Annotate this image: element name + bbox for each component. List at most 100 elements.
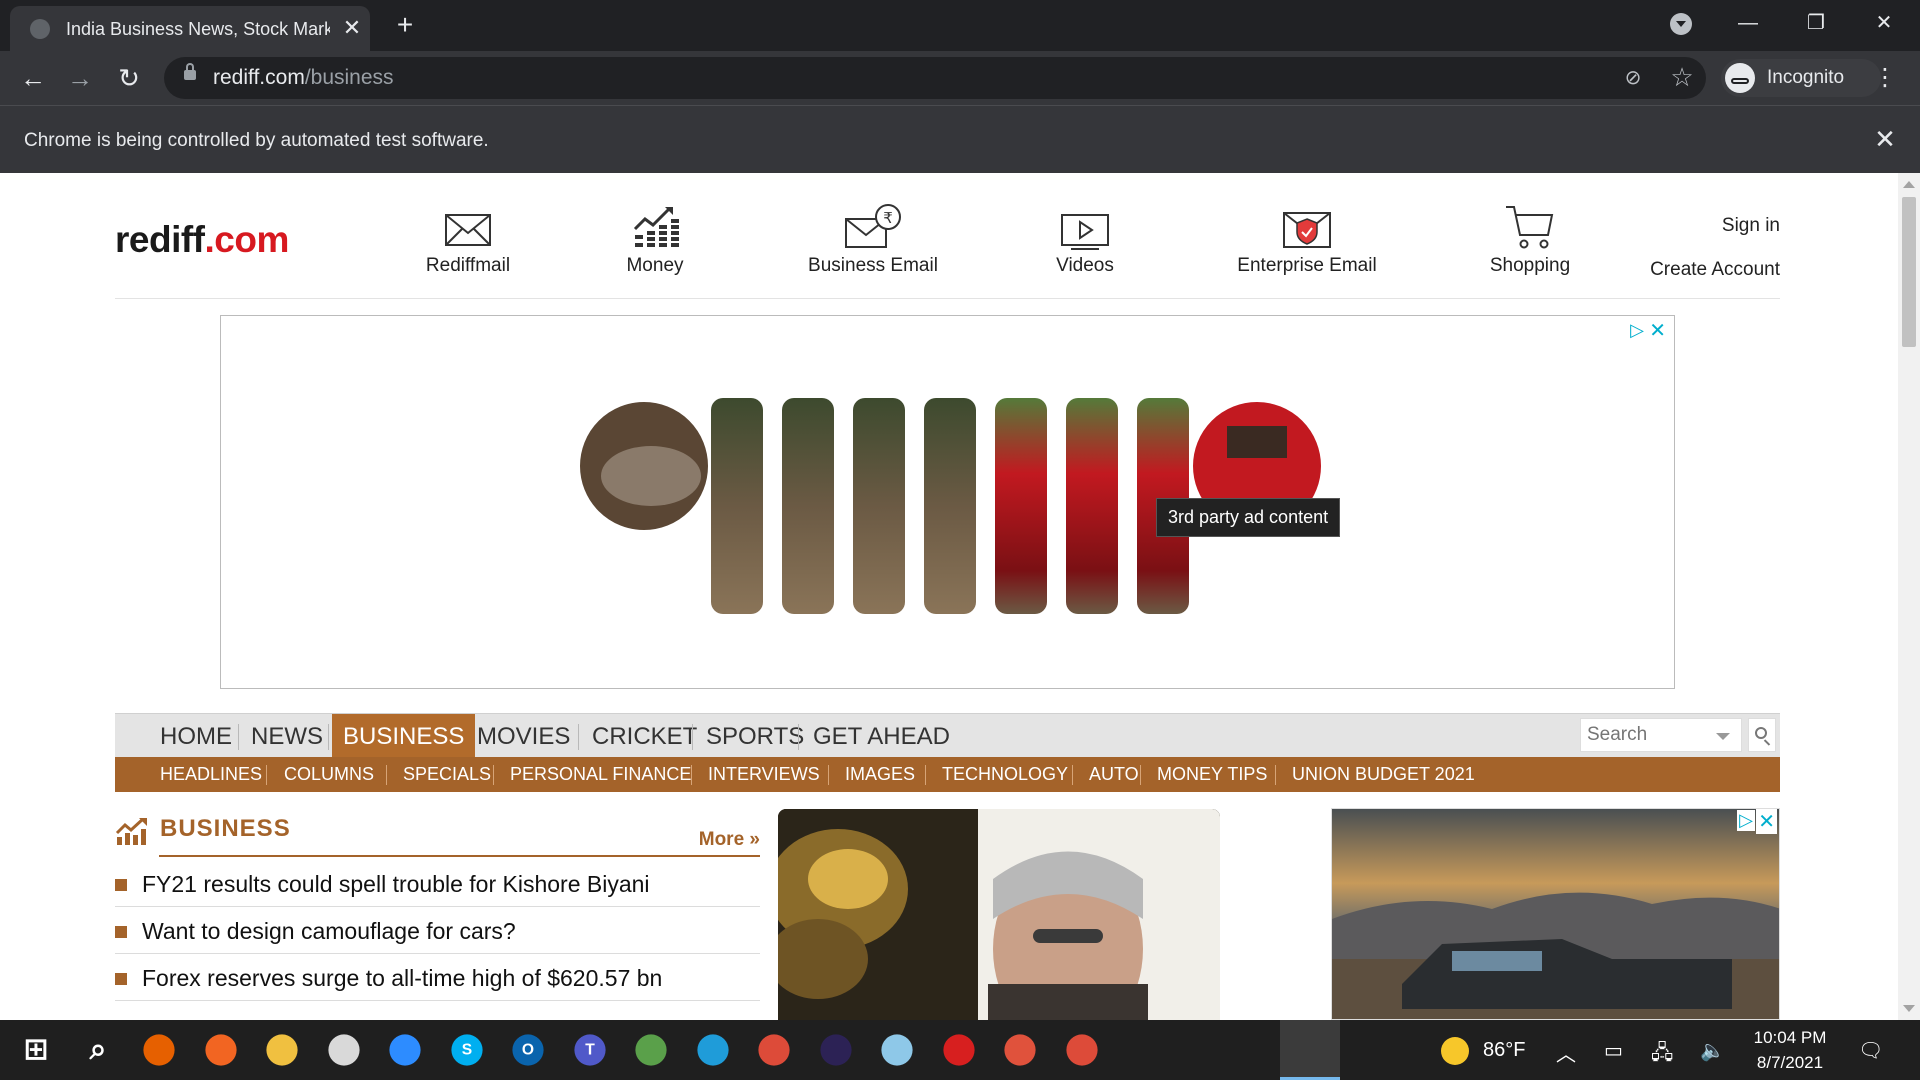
clock-date[interactable]: 8/7/2021 (1750, 1053, 1830, 1073)
spreadsheet-icon[interactable] (635, 1034, 667, 1066)
subnav-technology[interactable]: TECHNOLOGY (932, 757, 1078, 792)
header-link-enterprise-email[interactable]: Enterprise Email (1205, 203, 1409, 283)
notifications-icon[interactable]: 🗨 (1858, 1038, 1883, 1063)
search-icon[interactable]: ⌕ (78, 1030, 118, 1070)
nav-movies[interactable]: MOVIES (466, 714, 581, 758)
incognito-profile-button[interactable]: Incognito (1721, 59, 1881, 97)
volume-icon[interactable]: 🔈 (1700, 1038, 1725, 1063)
header-link-videos[interactable]: Videos (1035, 203, 1135, 283)
scroll-down-arrow-icon[interactable] (1903, 1005, 1915, 1012)
nav-cricket[interactable]: CRICKET (581, 714, 708, 758)
clock-time[interactable]: 10:04 PM (1750, 1028, 1830, 1048)
minimize-button[interactable]: — (1726, 6, 1770, 40)
nav-news[interactable]: NEWS (240, 714, 334, 758)
subnav-union-budget[interactable]: UNION BUDGET 2021 (1282, 757, 1485, 792)
site-search-input[interactable] (1587, 724, 1705, 746)
tab-close-icon[interactable]: ✕ (340, 15, 364, 41)
weather-temperature[interactable]: 86°F (1483, 1039, 1525, 1062)
battery-icon[interactable]: ▭ (1604, 1038, 1623, 1063)
url-text[interactable]: rediff.com/business (213, 66, 394, 90)
story-link[interactable]: Forex reserves surge to all-time high of… (142, 965, 662, 992)
more-link[interactable]: More » (699, 829, 760, 851)
subnav-auto[interactable]: AUTO (1079, 757, 1149, 792)
page-scrollbar[interactable] (1898, 173, 1920, 1020)
ad-close-icon[interactable]: ✕ (1756, 809, 1777, 834)
header-link-rediffmail[interactable]: Rediffmail (398, 203, 538, 283)
acrobat-icon[interactable] (943, 1034, 975, 1066)
story-link[interactable]: Want to design camouflage for cars? (142, 918, 516, 945)
file-explorer-icon[interactable] (266, 1034, 298, 1066)
list-item[interactable] (115, 1002, 760, 1020)
address-bar[interactable]: rediff.com/business ⊘ ☆ (164, 57, 1706, 99)
bookmark-star-icon[interactable]: ☆ (1668, 63, 1696, 91)
rediff-logo[interactable]: rediff.com (115, 219, 289, 261)
nav-home[interactable]: HOME (149, 714, 243, 758)
header-link-business-email[interactable]: ₹ Business Email (775, 203, 971, 283)
nav-business[interactable]: BUSINESS (332, 714, 476, 758)
lead-story-photo[interactable] (778, 809, 1220, 1020)
chrome-icon[interactable] (758, 1034, 790, 1066)
more-menu-icon[interactable]: ⋮ (1872, 61, 1898, 95)
package-icon[interactable] (1004, 1034, 1036, 1066)
sign-in-link[interactable]: Sign in (1722, 215, 1780, 237)
search-button[interactable] (1748, 718, 1776, 752)
list-item[interactable]: FY21 results could spell trouble for Kis… (115, 861, 760, 907)
close-window-button[interactable]: ✕ (1862, 6, 1906, 40)
subnav-specials[interactable]: SPECIALS (393, 757, 501, 792)
paint-icon[interactable] (328, 1034, 360, 1066)
tab-search-icon[interactable] (1670, 13, 1692, 35)
right-ad-banner[interactable]: ▷ ✕ (1331, 808, 1780, 1020)
eye-off-icon[interactable]: ⊘ (1620, 65, 1646, 91)
subnav-money-tips[interactable]: MONEY TIPS (1147, 757, 1277, 792)
teams-icon[interactable]: T (574, 1034, 606, 1066)
header-link-money[interactable]: Money (595, 203, 715, 283)
top-ad-banner[interactable]: ▷ ✕ 3rd party ad content (220, 315, 1675, 689)
teams-glyph: T (585, 1041, 595, 1059)
notes-icon[interactable] (881, 1034, 913, 1066)
infobar-close-icon[interactable]: ✕ (1870, 124, 1900, 154)
windows-taskbar: ⊞ ⌕ S O T 86°F ︿ ▭ 🖧 🔈 10:04 PM 8/7/2021 🗨 (0, 1020, 1920, 1080)
pen-app-icon[interactable] (205, 1034, 237, 1066)
create-account-link[interactable]: Create Account (1650, 259, 1780, 281)
scroll-thumb[interactable] (1902, 197, 1916, 347)
list-item[interactable]: Forex reserves surge to all-time high of… (115, 955, 760, 1001)
subnav-divider (925, 765, 926, 785)
browser-tab[interactable]: India Business News, Stock Mark ✕ (10, 6, 370, 51)
subnav-columns[interactable]: COLUMNS (274, 757, 384, 792)
subnav-headlines[interactable]: HEADLINES (150, 757, 272, 792)
ad-choices-icon[interactable]: ▷ (1737, 810, 1755, 831)
lock-icon[interactable] (184, 63, 196, 80)
restore-button[interactable]: ❐ (1794, 6, 1838, 40)
outlook-icon[interactable]: O (512, 1034, 544, 1066)
edge-icon[interactable] (697, 1034, 729, 1066)
svg-text:₹: ₹ (883, 209, 893, 227)
nav-get-ahead[interactable]: GET AHEAD (802, 714, 961, 758)
back-arrow-icon[interactable]: ← (16, 61, 50, 95)
reload-icon[interactable]: ↻ (112, 61, 146, 95)
eclipse-icon[interactable] (820, 1034, 852, 1066)
zoom-glyph (389, 1034, 420, 1065)
subnav-images[interactable]: IMAGES (835, 757, 925, 792)
site-header: rediff.com Rediffmail Money ₹ Business E… (115, 173, 1780, 299)
chrome-active-icon[interactable] (1066, 1034, 1098, 1066)
subnav-personal-finance[interactable]: PERSONAL FINANCE (500, 757, 701, 792)
header-link-shopping[interactable]: Shopping (1465, 203, 1595, 283)
story-link[interactable]: FY21 results could spell trouble for Kis… (142, 871, 650, 898)
scroll-up-arrow-icon[interactable] (1903, 181, 1915, 188)
weather-sun-icon[interactable] (1441, 1037, 1469, 1065)
browser-toolbar: ← → ↻ rediff.com/business ⊘ ☆ Incognito … (0, 51, 1920, 105)
new-tab-button[interactable]: + (390, 10, 420, 40)
skype-icon[interactable]: S (451, 1034, 483, 1066)
subnav-divider (1072, 765, 1073, 785)
list-item[interactable]: Want to design camouflage for cars? (115, 908, 760, 954)
start-icon[interactable]: ⊞ (16, 1030, 56, 1070)
firefox-icon[interactable] (143, 1034, 175, 1066)
zoom-icon[interactable] (389, 1034, 421, 1066)
forward-arrow-icon[interactable]: → (63, 61, 97, 95)
subnav-interviews[interactable]: INTERVIEWS (698, 757, 830, 792)
search-dropdown-arrow-icon[interactable] (1716, 733, 1730, 740)
tray-chevron-icon[interactable]: ︿ (1556, 1038, 1576, 1067)
site-search-box[interactable] (1580, 718, 1742, 752)
network-icon[interactable]: 🖧 (1651, 1038, 1673, 1072)
header-link-label: Rediffmail (425, 255, 511, 276)
